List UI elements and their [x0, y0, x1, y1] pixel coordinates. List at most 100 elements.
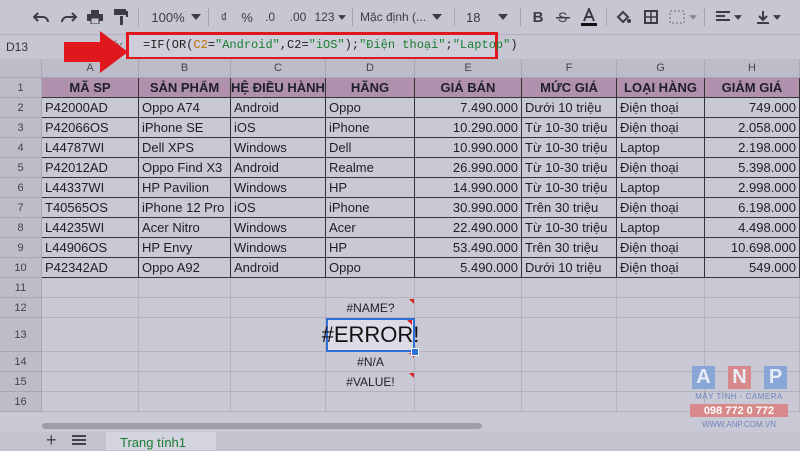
cell[interactable] [42, 392, 139, 412]
all-sheets-menu-icon[interactable] [72, 434, 86, 446]
font-family-select[interactable]: Mặc định (... [360, 6, 450, 28]
table-cell[interactable]: 22.490.000 [415, 218, 522, 238]
cell[interactable] [415, 298, 522, 318]
cell[interactable] [231, 392, 326, 412]
table-cell[interactable]: L44337WI [42, 178, 139, 198]
print-icon[interactable] [84, 6, 106, 28]
table-cell[interactable]: Dell [326, 138, 415, 158]
table-cell[interactable]: Trên 30 triệu [522, 198, 617, 218]
table-cell[interactable]: iPhone [326, 118, 415, 138]
table-cell[interactable]: 14.990.000 [415, 178, 522, 198]
table-cell[interactable]: Windows [231, 238, 326, 258]
strikethrough-icon[interactable]: S [552, 6, 574, 28]
table-cell[interactable]: Oppo A74 [139, 98, 231, 118]
table-cell[interactable]: 2.058.000 [705, 118, 800, 138]
table-cell[interactable]: Laptop [617, 138, 705, 158]
column-header[interactable]: H [705, 59, 800, 78]
table-cell[interactable]: HP Envy [139, 238, 231, 258]
cell[interactable] [231, 372, 326, 392]
table-cell[interactable]: Acer [326, 218, 415, 238]
table-cell[interactable]: 2.998.000 [705, 178, 800, 198]
table-cell[interactable]: iOS [231, 118, 326, 138]
column-header[interactable]: D [326, 59, 415, 78]
row-header[interactable]: 11 [0, 278, 42, 298]
error-cell[interactable]: #NAME? [326, 298, 415, 318]
row-header[interactable]: 3 [0, 118, 42, 138]
cell[interactable] [415, 372, 522, 392]
table-cell[interactable]: HP Pavilion [139, 178, 231, 198]
table-cell[interactable]: 2.198.000 [705, 138, 800, 158]
table-cell[interactable]: L44235WI [42, 218, 139, 238]
table-cell[interactable]: Trên 30 triệu [522, 238, 617, 258]
scrollbar-thumb[interactable] [42, 423, 482, 429]
table-cell[interactable]: Từ 10-30 triệu [522, 178, 617, 198]
percent-format-button[interactable]: % [236, 6, 258, 28]
row-header[interactable]: 8 [0, 218, 42, 238]
column-header[interactable]: B [139, 59, 231, 78]
row-header[interactable]: 7 [0, 198, 42, 218]
selected-cell[interactable]: #ERROR! [322, 318, 419, 352]
table-cell[interactable]: Android [231, 98, 326, 118]
table-cell[interactable]: Oppo A92 [139, 258, 231, 278]
table-cell[interactable]: Oppo Find X3 [139, 158, 231, 178]
table-cell[interactable]: 10.290.000 [415, 118, 522, 138]
cell[interactable] [231, 278, 326, 298]
row-header[interactable]: 16 [0, 392, 42, 412]
row-header[interactable]: 6 [0, 178, 42, 198]
cell[interactable] [139, 352, 231, 372]
cell[interactable] [617, 278, 705, 298]
table-cell[interactable]: P42066OS [42, 118, 139, 138]
table-cell[interactable]: P42000AD [42, 98, 139, 118]
table-cell[interactable]: Từ 10-30 triệu [522, 158, 617, 178]
vertical-align-icon[interactable] [752, 6, 786, 28]
redo-icon[interactable] [58, 6, 80, 28]
column-header[interactable]: E [415, 59, 522, 78]
table-cell[interactable]: iPhone SE [139, 118, 231, 138]
more-formats-button[interactable]: 123 [312, 6, 348, 28]
table-cell[interactable]: iPhone 12 Pro [139, 198, 231, 218]
currency-format-button[interactable]: ₫ [214, 6, 234, 28]
cell[interactable] [231, 318, 326, 352]
table-cell[interactable]: HP [326, 178, 415, 198]
table-cell[interactable]: HP [326, 238, 415, 258]
row-header[interactable]: 15 [0, 372, 42, 392]
table-cell[interactable]: Laptop [617, 178, 705, 198]
row-header[interactable]: 14 [0, 352, 42, 372]
formula-input[interactable]: =IF(OR(C2="Android",C2="iOS");"Điện thoạ… [143, 38, 518, 52]
borders-icon[interactable] [640, 6, 662, 28]
cell[interactable] [522, 392, 617, 412]
table-cell[interactable]: Từ 10-30 triệu [522, 118, 617, 138]
table-cell[interactable]: 749.000 [705, 98, 800, 118]
cell[interactable] [42, 352, 139, 372]
table-cell[interactable]: P42342AD [42, 258, 139, 278]
add-sheet-button[interactable]: + [46, 430, 57, 451]
table-cell[interactable]: Dưới 10 triệu [522, 258, 617, 278]
fill-handle[interactable] [411, 348, 419, 356]
table-cell[interactable]: Điện thoại [617, 258, 705, 278]
cell[interactable] [415, 352, 522, 372]
table-cell[interactable]: 26.990.000 [415, 158, 522, 178]
cell[interactable] [139, 318, 231, 352]
table-cell[interactable]: Điện thoại [617, 198, 705, 218]
cell[interactable] [139, 298, 231, 318]
cell[interactable] [617, 298, 705, 318]
error-cell[interactable]: #VALUE! [326, 372, 415, 392]
horizontal-scrollbar[interactable] [0, 420, 800, 432]
cell[interactable] [42, 318, 139, 352]
paint-format-icon[interactable] [110, 6, 132, 28]
table-cell[interactable]: iOS [231, 198, 326, 218]
cell[interactable] [415, 318, 522, 352]
table-cell[interactable]: Acer Nitro [139, 218, 231, 238]
cell[interactable] [522, 298, 617, 318]
table-header-cell[interactable]: MỨC GIÁ [522, 78, 617, 98]
table-cell[interactable]: T40565OS [42, 198, 139, 218]
cell[interactable] [326, 392, 415, 412]
column-header[interactable]: G [617, 59, 705, 78]
table-header-cell[interactable]: HÃNG [326, 78, 415, 98]
select-all-corner[interactable] [0, 59, 42, 78]
zoom-select[interactable]: 100% [146, 6, 206, 28]
error-cell[interactable]: #N/A [326, 352, 415, 372]
cell[interactable] [42, 372, 139, 392]
table-cell[interactable]: 5.490.000 [415, 258, 522, 278]
table-cell[interactable]: Dell XPS [139, 138, 231, 158]
